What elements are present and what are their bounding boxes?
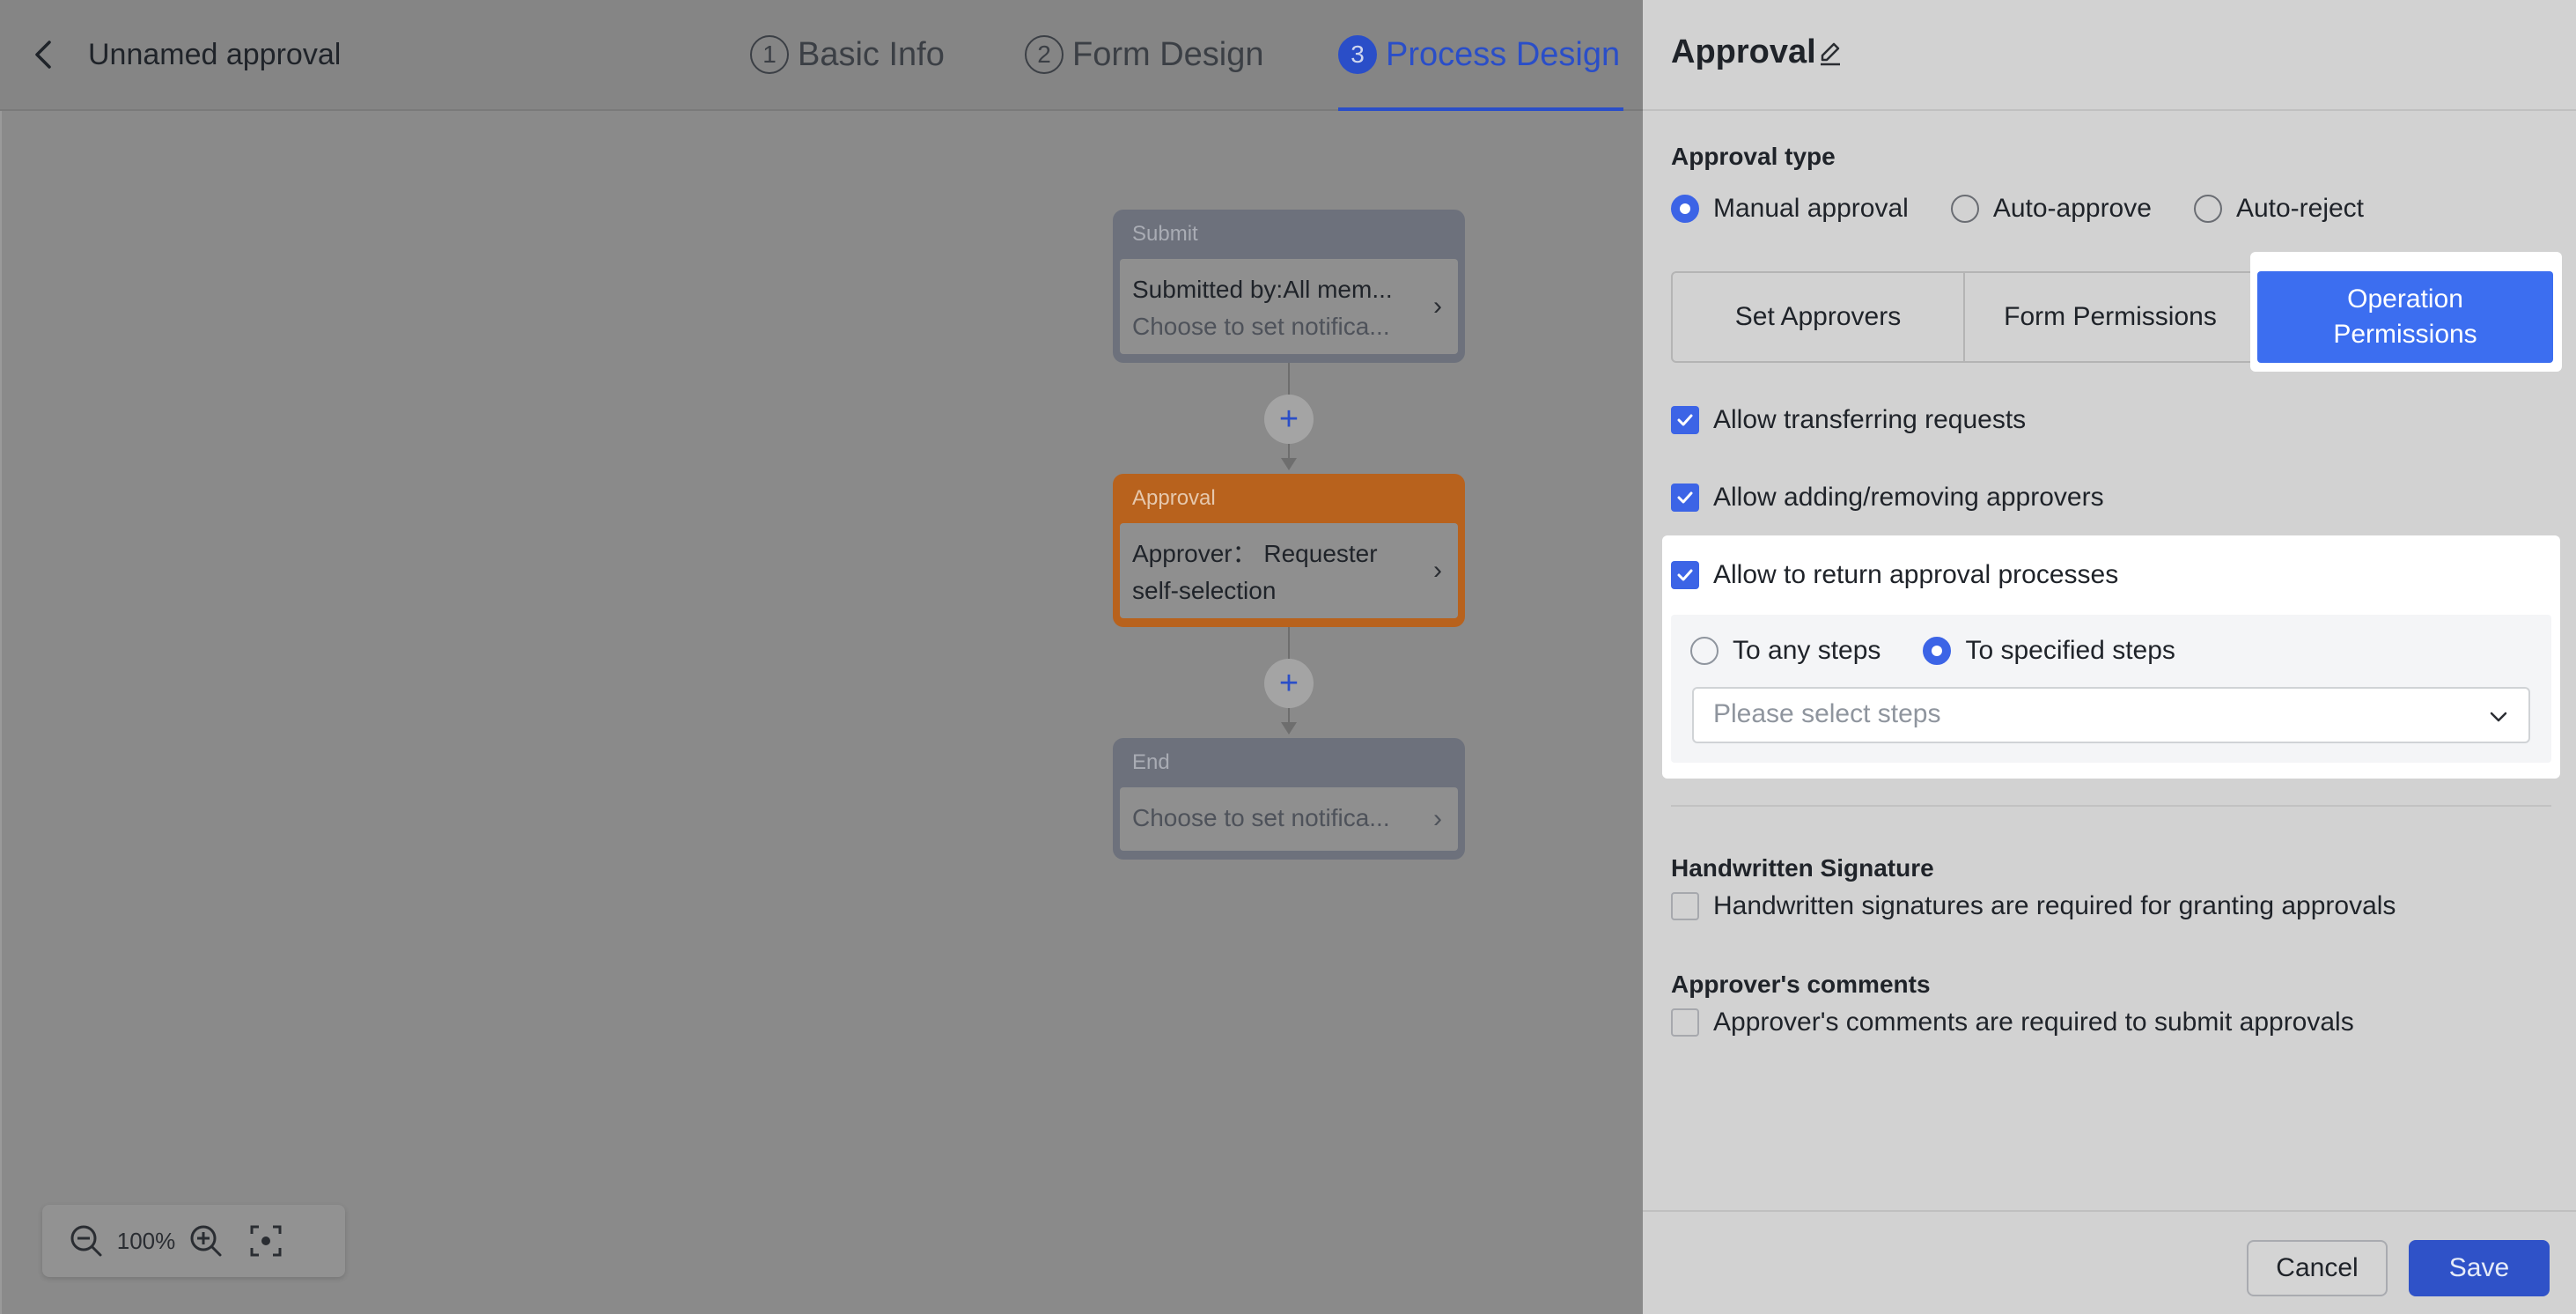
- option-label: Handwritten signatures are required for …: [1713, 891, 2396, 920]
- checkbox-unchecked-icon: [1671, 892, 1699, 920]
- node-line: Submitted by:All mem...: [1132, 276, 1393, 303]
- option-allow-transfer[interactable]: Allow transferring requests: [1671, 405, 2026, 435]
- tab-operation-permissions[interactable]: Operation Permissions: [2257, 271, 2553, 363]
- option-allow-add-remove[interactable]: Allow adding/removing approvers: [1671, 483, 2104, 513]
- step-label: Form Design: [1072, 35, 1264, 73]
- node-line: self-selection: [1132, 577, 1277, 604]
- node-title: End: [1132, 750, 1170, 774]
- radio-dot: [1923, 637, 1952, 665]
- radio-dot: [1671, 195, 1699, 223]
- tab-label: Operation Permissions: [2333, 284, 2477, 349]
- tab-set-approvers[interactable]: Set Approvers: [1673, 273, 1965, 361]
- step-label: Basic Info: [798, 35, 945, 73]
- radio-label: Manual approval: [1713, 194, 1909, 223]
- radio-dot: [1690, 637, 1719, 665]
- radio-dot: [1950, 195, 1979, 223]
- node-line: Approver： Requester: [1132, 540, 1378, 567]
- tab-form-permissions[interactable]: Form Permissions: [1965, 273, 2257, 361]
- active-step-underline: [1338, 107, 1623, 111]
- node-body[interactable]: Approver： Requester self-selection ›: [1120, 523, 1458, 618]
- checkbox-checked-icon: [1671, 561, 1699, 589]
- radio-to-any-steps[interactable]: To any steps: [1690, 636, 1880, 666]
- process-canvas[interactable]: [0, 0, 1643, 1314]
- node-line: Choose to set notifica...: [1132, 804, 1390, 831]
- radio-dot: [2193, 195, 2222, 223]
- section-divider: [1671, 805, 2551, 807]
- cancel-button[interactable]: Cancel: [2247, 1240, 2388, 1296]
- add-node-button[interactable]: +: [1264, 659, 1314, 708]
- panel-header: Approval: [1643, 0, 2576, 111]
- zoom-toolbar: 100%: [42, 1205, 345, 1277]
- zoom-level: 100%: [116, 1227, 176, 1254]
- arrow-down-icon: [1281, 458, 1297, 470]
- save-button[interactable]: Save: [2409, 1240, 2550, 1296]
- option-label: Allow adding/removing approvers: [1713, 483, 2104, 512]
- radio-label: To any steps: [1733, 636, 1881, 665]
- node-title: Approval: [1132, 486, 1216, 510]
- back-button[interactable]: [26, 33, 62, 76]
- step-number: 1: [750, 35, 789, 74]
- page-title: Unnamed approval: [88, 38, 342, 71]
- handwritten-signature-label: Handwritten Signature: [1671, 854, 1934, 882]
- steps-select-placeholder: Please select steps: [1713, 699, 1941, 728]
- node-body[interactable]: Submitted by:All mem... Choose to set no…: [1120, 259, 1458, 354]
- panel-title: Approval: [1671, 33, 1816, 70]
- chevron-right-icon: ›: [1433, 804, 1442, 833]
- radio-auto-approve[interactable]: Auto-approve: [1950, 194, 2152, 224]
- node-title: Submit: [1132, 222, 1198, 246]
- return-scope-radio-group: To any steps To specified steps: [1690, 636, 2218, 666]
- chevron-down-icon: [2490, 712, 2507, 722]
- radio-auto-reject[interactable]: Auto-reject: [2193, 194, 2365, 224]
- approver-comments-label: Approver's comments: [1671, 971, 1931, 998]
- fit-view-button[interactable]: [247, 1222, 285, 1260]
- approval-type-radio-group: Manual approval Auto-approve Auto-reject: [1671, 194, 2406, 224]
- checkbox-checked-icon: [1671, 484, 1699, 512]
- option-allow-return[interactable]: Allow to return approval processes: [1671, 560, 2118, 590]
- step-process-design[interactable]: 3 Process Design: [1338, 28, 1620, 81]
- chevron-right-icon: ›: [1433, 292, 1442, 321]
- option-label: Allow to return approval processes: [1713, 560, 2119, 589]
- steps-select[interactable]: Please select steps: [1692, 687, 2530, 743]
- zoom-in-button[interactable]: [187, 1222, 225, 1260]
- node-body[interactable]: Choose to set notifica... ›: [1120, 787, 1458, 851]
- step-label: Process Design: [1386, 35, 1621, 73]
- checkbox-checked-icon: [1671, 406, 1699, 434]
- option-handwritten-signature[interactable]: Handwritten signatures are required for …: [1671, 891, 2396, 921]
- fit-view-icon: [250, 1225, 282, 1257]
- top-bar: Unnamed approval 1 Basic Info 2 Form Des…: [0, 0, 1643, 111]
- radio-label: To specified steps: [1965, 636, 2175, 665]
- option-label: Approver's comments are required to subm…: [1713, 1008, 2354, 1037]
- checkbox-unchecked-icon: [1671, 1008, 1699, 1037]
- zoom-out-icon: [70, 1225, 102, 1257]
- radio-manual-approval[interactable]: Manual approval: [1671, 194, 1909, 224]
- arrow-down-icon: [1281, 722, 1297, 735]
- step-basic-info[interactable]: 1 Basic Info: [750, 28, 945, 81]
- zoom-in-icon: [190, 1225, 222, 1257]
- submit-node[interactable]: Submit Submitted by:All mem... Choose to…: [1113, 210, 1465, 363]
- radio-label: Auto-reject: [2235, 194, 2365, 223]
- approval-type-label: Approval type: [1671, 143, 1836, 170]
- option-label: Allow transferring requests: [1713, 405, 2027, 434]
- node-line: Choose to set notifica...: [1132, 313, 1390, 340]
- radio-to-specified-steps[interactable]: To specified steps: [1923, 636, 2175, 666]
- end-node[interactable]: End Choose to set notifica... ›: [1113, 738, 1465, 860]
- option-approver-comments[interactable]: Approver's comments are required to subm…: [1671, 1008, 2354, 1037]
- chevron-right-icon: ›: [1433, 556, 1442, 585]
- step-number: 2: [1025, 35, 1064, 74]
- zoom-out-button[interactable]: [67, 1222, 106, 1260]
- add-node-button[interactable]: +: [1264, 395, 1314, 444]
- radio-label: Auto-approve: [1992, 194, 2152, 223]
- edit-icon[interactable]: [1815, 39, 1845, 69]
- approval-node[interactable]: Approval Approver： Requester self-select…: [1113, 474, 1465, 627]
- step-form-design[interactable]: 2 Form Design: [1025, 28, 1264, 81]
- chevron-left-icon: [35, 41, 51, 69]
- step-number: 3: [1338, 35, 1377, 74]
